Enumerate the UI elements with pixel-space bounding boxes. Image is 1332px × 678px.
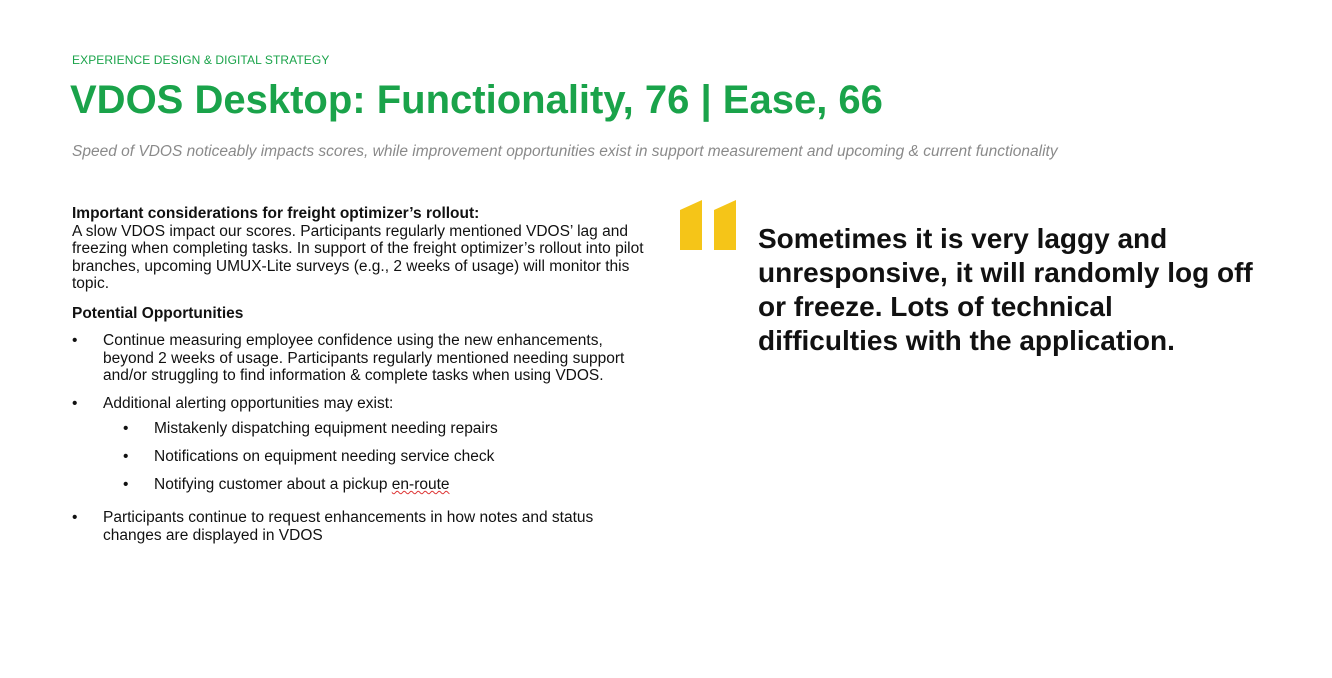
quote-text: Sometimes it is very laggy and unrespons… (758, 223, 1253, 356)
list-item: Additional alerting opportunities may ex… (72, 395, 647, 500)
page-subtitle: Speed of VDOS noticeably impacts scores,… (72, 143, 1058, 160)
sub-list-item: Mistakenly dispatching equipment needing… (123, 415, 647, 443)
alerting-sublist: Mistakenly dispatching equipment needing… (103, 415, 647, 499)
list-item-text: Continue measuring employee confidence u… (103, 332, 625, 384)
list-item: Participants continue to request enhance… (72, 509, 647, 544)
sub-list-item-text: Notifications on equipment needing servi… (154, 448, 495, 465)
sub-list-item-text: Notifying customer about a pickup (154, 476, 392, 493)
list-item-text: Participants continue to request enhance… (103, 509, 594, 544)
left-column: Important considerations for freight opt… (72, 205, 647, 554)
spellcheck-word: en-route (391, 476, 450, 493)
quote-mark-icon (680, 200, 736, 250)
considerations-body: A slow VDOS impact our scores. Participa… (72, 222, 644, 293)
opportunities-list: Continue measuring employee confidence u… (72, 332, 647, 544)
eyebrow-label: EXPERIENCE DESIGN & DIGITAL STRATEGY (72, 53, 330, 67)
sub-list-item: Notifying customer about a pickup en-rou… (123, 471, 647, 499)
page-title: VDOS Desktop: Functionality, 76 | Ease, … (70, 78, 883, 122)
list-item-text: Additional alerting opportunities may ex… (103, 394, 394, 412)
list-item: Continue measuring employee confidence u… (72, 332, 647, 385)
considerations-heading: Important considerations for freight opt… (72, 205, 480, 222)
opportunities-heading: Potential Opportunities (72, 304, 244, 322)
sub-list-item: Notifications on equipment needing servi… (123, 443, 647, 471)
sub-list-item-text: Mistakenly dispatching equipment needing… (154, 420, 498, 437)
